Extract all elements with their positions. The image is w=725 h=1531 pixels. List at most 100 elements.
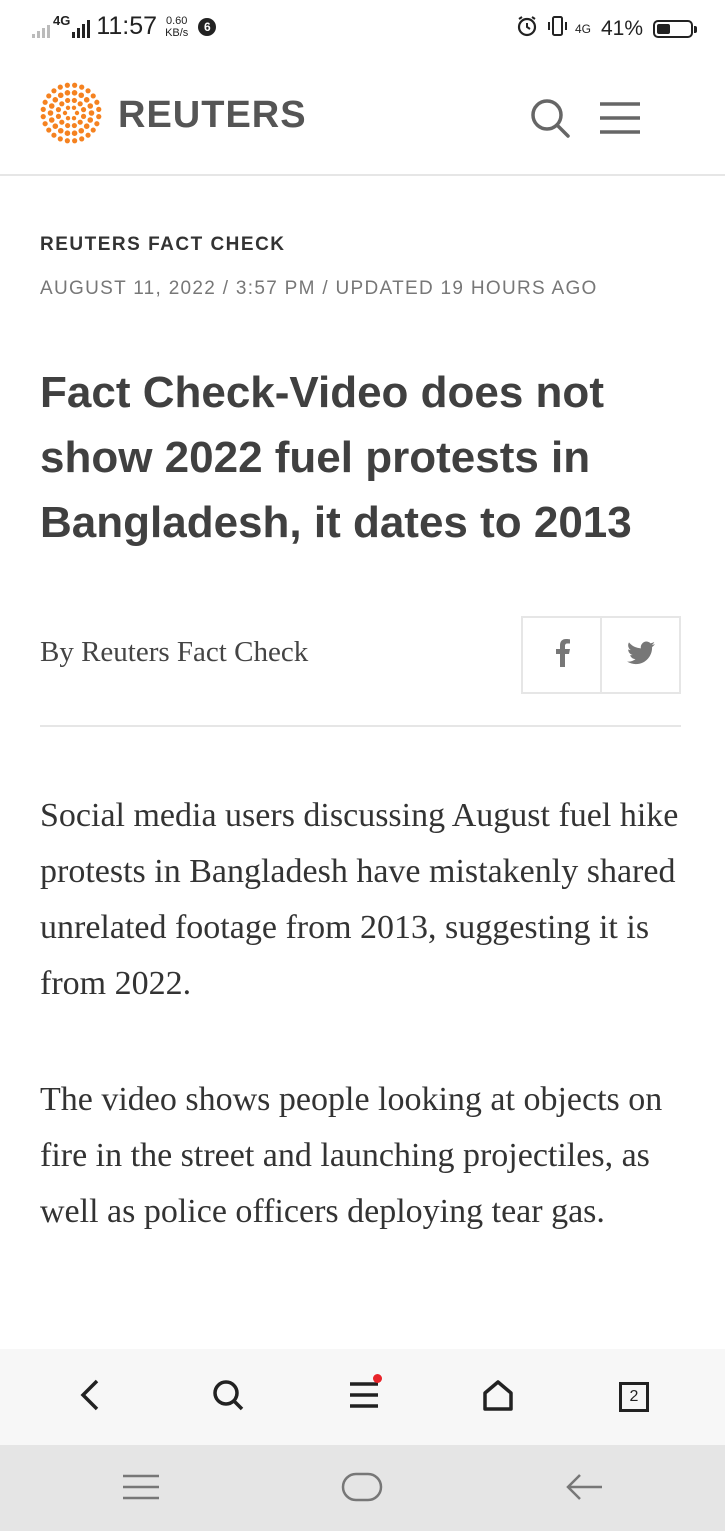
hamburger-menu-icon[interactable] bbox=[598, 98, 642, 138]
logo-dot bbox=[72, 138, 78, 144]
notification-badge: 6 bbox=[198, 17, 217, 36]
logo-dot bbox=[57, 127, 64, 134]
back-icon bbox=[77, 1378, 103, 1417]
twitter-icon bbox=[626, 640, 655, 670]
share-buttons bbox=[521, 616, 681, 694]
logo-dot bbox=[74, 110, 80, 116]
logo-dot bbox=[77, 101, 83, 107]
reuters-logo[interactable]: REUTERS bbox=[38, 80, 307, 151]
reuters-logo-icon bbox=[38, 80, 104, 151]
logo-dot bbox=[80, 113, 87, 119]
logo-dot bbox=[47, 110, 54, 116]
menu-icon bbox=[348, 1373, 382, 1415]
logo-dot bbox=[42, 99, 48, 105]
recents-icon bbox=[121, 1472, 161, 1507]
logo-dot bbox=[64, 90, 71, 96]
logo-dot bbox=[71, 97, 77, 104]
logo-dot bbox=[52, 123, 59, 129]
logo-dot bbox=[62, 110, 68, 116]
logo-dot bbox=[40, 106, 46, 112]
article-paragraph: The video shows people looking at object… bbox=[40, 1081, 663, 1230]
logo-dot bbox=[80, 107, 87, 113]
logo-dot bbox=[52, 97, 59, 103]
logo-dot bbox=[94, 121, 100, 127]
section-label[interactable]: REUTERS FACT CHECK bbox=[40, 234, 286, 256]
signal-strength-icon bbox=[72, 16, 91, 38]
logo-dot bbox=[55, 107, 62, 113]
battery-level bbox=[657, 23, 671, 34]
logo-dot bbox=[57, 84, 63, 90]
brand-name: REUTERS bbox=[118, 94, 307, 136]
search-icon bbox=[211, 1378, 245, 1417]
divider bbox=[40, 725, 681, 727]
logo-dot bbox=[57, 92, 64, 99]
logo-dot bbox=[51, 88, 57, 94]
system-back-button[interactable] bbox=[562, 1467, 606, 1511]
logo-dot bbox=[46, 93, 52, 99]
logo-dot bbox=[55, 113, 62, 119]
logo-dot bbox=[79, 84, 85, 90]
logo-dot bbox=[90, 93, 96, 99]
logo-dot bbox=[79, 136, 85, 142]
browser-toolbar: 2 bbox=[0, 1349, 725, 1445]
logo-dot bbox=[48, 117, 55, 123]
article-headline: Fact Check-Video does not show 2022 fuel… bbox=[40, 368, 632, 547]
site-header: REUTERS bbox=[0, 58, 725, 176]
logo-dot bbox=[65, 122, 71, 129]
logo-dot bbox=[88, 110, 95, 116]
logo-dot bbox=[87, 103, 94, 109]
article-paragraph: Social media users discussing August fue… bbox=[40, 797, 679, 1002]
clock: 11:57 bbox=[96, 12, 158, 40]
logo-dot bbox=[42, 121, 48, 127]
share-twitter-button[interactable] bbox=[600, 618, 679, 692]
system-navigation-bar bbox=[0, 1445, 725, 1531]
menu-button[interactable] bbox=[342, 1373, 386, 1419]
vibrate-icon bbox=[545, 14, 569, 43]
logo-dot bbox=[65, 105, 71, 110]
share-facebook-button[interactable] bbox=[523, 618, 600, 692]
logo-dot bbox=[51, 132, 57, 138]
home-icon bbox=[481, 1378, 515, 1417]
logo-dot bbox=[65, 116, 71, 121]
recents-button[interactable] bbox=[119, 1467, 163, 1511]
logo-dot bbox=[83, 97, 90, 103]
dateline: AUGUST 11, 2022 / 3:57 PM / UPDATED 19 H… bbox=[40, 278, 598, 299]
logo-dot bbox=[83, 123, 90, 129]
byline: By Reuters Fact Check bbox=[40, 636, 309, 668]
battery-percent: 41% bbox=[600, 16, 643, 40]
logo-dot bbox=[48, 103, 55, 109]
alarm-icon bbox=[515, 14, 539, 43]
logo-dot bbox=[71, 122, 77, 129]
logo-dot bbox=[64, 82, 70, 88]
network-speed-unit: KB/s bbox=[165, 26, 189, 39]
back-button[interactable] bbox=[68, 1375, 112, 1419]
back-arrow-icon bbox=[564, 1472, 604, 1507]
logo-dot bbox=[40, 114, 46, 120]
logo-dot bbox=[57, 136, 63, 142]
logo-dot bbox=[59, 119, 65, 125]
network-speed-value: 0.60 bbox=[165, 14, 188, 27]
search-icon[interactable] bbox=[528, 96, 572, 140]
network-type-secondary: 4G bbox=[574, 21, 591, 36]
search-button[interactable] bbox=[206, 1375, 250, 1419]
logo-dot bbox=[64, 138, 70, 144]
logo-dot bbox=[85, 88, 91, 94]
logo-dot bbox=[96, 114, 102, 120]
logo-dot bbox=[59, 101, 65, 107]
system-home-button[interactable] bbox=[340, 1467, 384, 1511]
battery-icon bbox=[653, 19, 697, 38]
logo-dot bbox=[78, 92, 85, 99]
status-bar: 4G 11:57 0.60 KB/s 6 4G 41% bbox=[0, 0, 725, 58]
tabs-button[interactable]: 2 bbox=[612, 1375, 656, 1419]
logo-dot bbox=[71, 105, 77, 110]
logo-dot bbox=[65, 97, 71, 104]
logo-dot bbox=[71, 116, 77, 121]
tabs-icon: 2 bbox=[619, 1382, 649, 1412]
notification-dot bbox=[373, 1373, 382, 1383]
signal-icon bbox=[32, 16, 50, 38]
home-button[interactable] bbox=[476, 1375, 520, 1419]
logo-dot bbox=[72, 82, 78, 88]
logo-dot bbox=[64, 130, 71, 136]
logo-dot bbox=[85, 132, 91, 138]
logo-dot bbox=[77, 119, 83, 125]
